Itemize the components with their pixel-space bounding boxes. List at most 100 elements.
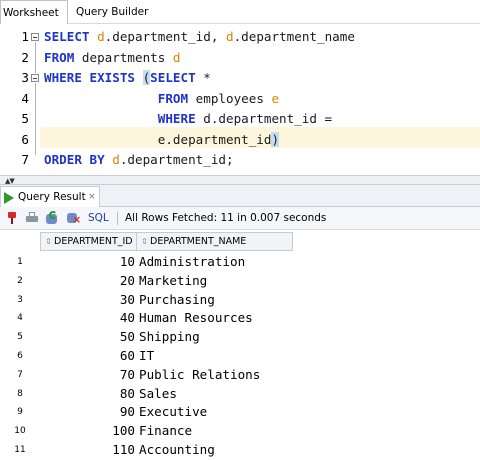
code-token: .department_name [233, 29, 355, 44]
fold-guide [35, 83, 36, 155]
cell-department-id[interactable]: 100 [40, 422, 136, 441]
toolbar-divider [117, 212, 118, 225]
column-header-department-name[interactable]: ⇕ DEPARTMENT_NAME [136, 232, 293, 251]
table-row[interactable]: 4 40 Human Resources [0, 309, 300, 328]
sort-icon[interactable]: ⇕ [140, 233, 149, 250]
table-row[interactable]: 11 110 Accounting [0, 441, 300, 460]
line-number: 2 [21, 49, 29, 65]
cell-department-id[interactable]: 70 [40, 366, 136, 385]
row-number[interactable]: 10 [0, 422, 40, 441]
sql-button[interactable]: SQL [88, 207, 109, 229]
cell-department-id[interactable]: 60 [40, 347, 136, 366]
table-row[interactable]: 9 90 Executive [0, 403, 300, 422]
code-token: employees [195, 90, 272, 106]
code-line: FROM employees e [40, 89, 480, 110]
cell-department-name[interactable]: Administration [136, 253, 296, 272]
code-token: WHERE [157, 111, 204, 126]
code-token: d [97, 29, 105, 44]
row-number[interactable]: 5 [0, 328, 40, 347]
cell-department-name[interactable]: Marketing [136, 272, 296, 291]
line-number: 1 [21, 29, 29, 44]
grid-corner [0, 232, 40, 251]
code-token: .department_id; [119, 152, 234, 167]
code-line: SELECT d.department_id, d.department_nam… [40, 27, 480, 48]
sort-icon[interactable]: ⇕ [44, 233, 53, 250]
cell-department-name[interactable]: Public Relations [136, 366, 296, 385]
cell-department-id[interactable]: 10 [40, 253, 136, 272]
table-row[interactable]: 6 60 IT [0, 347, 300, 366]
code-line: WHERE d.department_id = [40, 109, 480, 130]
code-token: ORDER BY [44, 152, 113, 167]
row-number[interactable]: 3 [0, 291, 40, 310]
code-line: FROM departments d [40, 48, 480, 69]
cell-department-name[interactable]: Accounting [136, 441, 296, 460]
fold-toggle-icon[interactable] [31, 33, 39, 41]
code-area[interactable]: SELECT d.department_id, d.department_nam… [40, 24, 480, 175]
row-number[interactable]: 4 [0, 309, 40, 328]
code-token: e [271, 90, 280, 106]
fold-toggle-icon[interactable] [31, 74, 39, 82]
close-icon[interactable]: × [88, 187, 96, 207]
cell-department-id[interactable]: 50 [40, 328, 136, 347]
code-token: WHERE EXISTS [44, 70, 143, 85]
row-number[interactable]: 11 [0, 441, 40, 460]
row-number[interactable]: 1 [0, 253, 40, 272]
query-result-label: Query Result [18, 191, 86, 203]
cell-department-name[interactable]: Finance [136, 422, 296, 441]
table-row[interactable]: 7 70 Public Relations [0, 366, 300, 385]
tab-worksheet[interactable]: Worksheet [0, 0, 68, 24]
refresh-icon[interactable] [45, 211, 59, 225]
tab-query-builder[interactable]: Query Builder [68, 0, 156, 24]
cell-department-name[interactable]: Human Resources [136, 309, 296, 328]
table-row[interactable]: 2 20 Marketing [0, 272, 300, 291]
cell-department-name[interactable]: Purchasing [136, 291, 296, 310]
table-row[interactable]: 3 30 Purchasing [0, 291, 300, 310]
result-tab-bar: Query Result × [0, 185, 480, 207]
line-number: 6 [21, 131, 29, 147]
collapse-arrows-icon[interactable]: ▲▼ [5, 177, 15, 185]
cell-department-name[interactable]: Sales [136, 385, 296, 404]
sql-editor[interactable]: 1 2 3 4 5 6 7 SELECT d.department_id, d.depart… [0, 24, 480, 175]
cell-department-id[interactable]: 40 [40, 309, 136, 328]
row-number[interactable]: 7 [0, 366, 40, 385]
code-token: e.department_id [157, 131, 272, 147]
print-icon[interactable] [25, 211, 39, 225]
line-number: 5 [21, 111, 29, 126]
cell-department-id[interactable]: 30 [40, 291, 136, 310]
cancel-query-icon[interactable]: × [66, 211, 81, 225]
row-number[interactable]: 2 [0, 272, 40, 291]
cell-department-id[interactable]: 90 [40, 403, 136, 422]
code-token: d [112, 152, 120, 167]
code-token: d.department_id = [203, 111, 333, 126]
line-number: 4 [21, 90, 29, 106]
row-number[interactable]: 8 [0, 385, 40, 404]
cell-department-name[interactable]: Executive [136, 403, 296, 422]
row-number[interactable]: 6 [0, 347, 40, 366]
line-number: 3 [21, 70, 29, 85]
code-token: ) [271, 131, 280, 147]
cell-department-name[interactable]: IT [136, 347, 296, 366]
cell-department-id[interactable]: 80 [40, 385, 136, 404]
line-number-gutter: 1 2 3 4 5 6 7 [0, 24, 40, 175]
row-number[interactable]: 9 [0, 403, 40, 422]
cell-department-id[interactable]: 110 [40, 441, 136, 460]
table-row[interactable]: 5 50 Shipping [0, 328, 300, 347]
pin-icon[interactable] [5, 211, 19, 225]
code-token: d [226, 29, 234, 44]
pane-splitter[interactable]: ▲▼ [0, 175, 480, 185]
table-row[interactable]: 1 10 Administration [0, 253, 300, 272]
code-token: d [172, 49, 181, 65]
code-token: SELECT [150, 70, 204, 85]
column-header-label: DEPARTMENT_ID [54, 236, 133, 247]
table-row[interactable]: 8 80 Sales [0, 385, 300, 404]
cell-department-name[interactable]: Shipping [136, 328, 296, 347]
cell-department-id[interactable]: 20 [40, 272, 136, 291]
table-row[interactable]: 10 100 Finance [0, 422, 300, 441]
fetch-status: All Rows Fetched: 11 in 0.007 seconds [125, 212, 327, 224]
line-number: 7 [21, 152, 29, 167]
column-header-department-id[interactable]: ⇕ DEPARTMENT_ID [40, 232, 137, 251]
tab-query-result[interactable]: Query Result × [0, 186, 100, 207]
fold-guide [35, 42, 36, 73]
